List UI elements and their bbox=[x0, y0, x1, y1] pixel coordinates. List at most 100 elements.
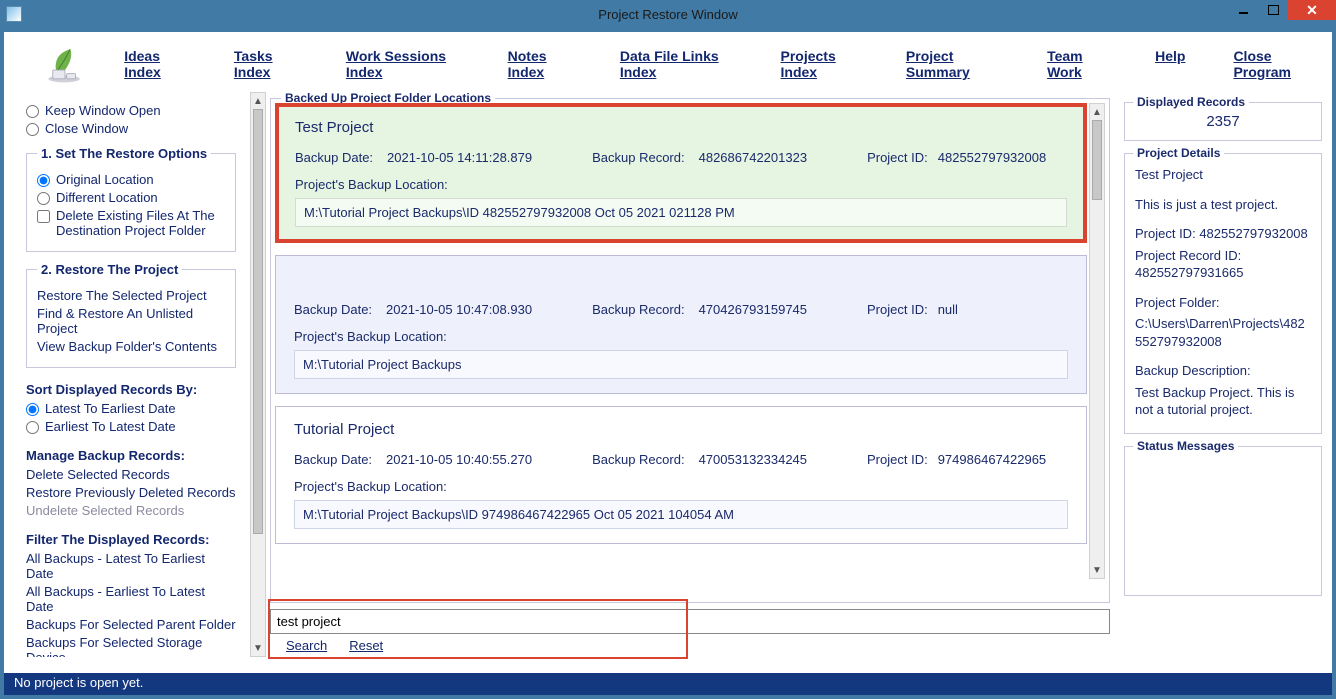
find-unlisted-link[interactable]: Find & Restore An Unlisted Project bbox=[37, 306, 225, 336]
status-bar: No project is open yet. bbox=[4, 673, 1332, 695]
original-location-radio-input[interactable] bbox=[37, 174, 50, 187]
search-row: Search Reset bbox=[270, 609, 1110, 657]
filter-parent-link[interactable]: Backups For Selected Parent Folder bbox=[26, 617, 236, 632]
search-links: Search Reset bbox=[270, 638, 1110, 653]
minimize-button[interactable] bbox=[1228, 0, 1258, 20]
close-window-radio[interactable]: Close Window bbox=[26, 121, 236, 136]
original-location-label: Original Location bbox=[56, 172, 154, 187]
sort-earliest-label: Earliest To Latest Date bbox=[45, 419, 176, 434]
delete-existing-check[interactable]: Delete Existing Files At The Destination… bbox=[37, 208, 225, 238]
scroll-track[interactable] bbox=[1090, 120, 1104, 562]
sidebar: Keep Window Open Close Window 1. Set The… bbox=[4, 92, 250, 657]
menu-projects[interactable]: Projects Index bbox=[781, 48, 858, 80]
center-column: Backed Up Project Folder Locations Test … bbox=[266, 92, 1120, 657]
manage-label: Manage Backup Records: bbox=[26, 448, 236, 463]
project-details-label: Project Details bbox=[1133, 146, 1224, 160]
details-pid: 482552797932008 bbox=[1199, 226, 1307, 241]
backup-record-value: 482686742201323 bbox=[699, 150, 807, 165]
keep-window-radio-input[interactable] bbox=[26, 105, 39, 118]
status-messages-panel: Status Messages bbox=[1124, 446, 1322, 596]
original-location-radio[interactable]: Original Location bbox=[37, 172, 225, 187]
delete-selected-link[interactable]: Delete Selected Records bbox=[26, 467, 236, 482]
scroll-up-icon[interactable]: ▲ bbox=[251, 93, 265, 109]
close-window-radio-input[interactable] bbox=[26, 123, 39, 136]
sidebar-scrollbar[interactable]: ▲ ▼ bbox=[250, 92, 266, 657]
scroll-thumb[interactable] bbox=[253, 109, 263, 534]
record-meta-row: Backup Date: 2021-10-05 14:11:28.879 Bac… bbox=[295, 150, 1067, 165]
restore-options-legend: 1. Set The Restore Options bbox=[37, 146, 211, 161]
menu-data-file-links[interactable]: Data File Links Index bbox=[620, 48, 733, 80]
project-id-label: Project ID: bbox=[867, 150, 928, 165]
backup-record[interactable]: Backup Date: 2021-10-05 10:47:08.930 Bac… bbox=[275, 255, 1087, 394]
backup-date-label: Backup Date: bbox=[294, 452, 372, 467]
backup-record-label: Backup Record: bbox=[592, 302, 685, 317]
search-button[interactable]: Search bbox=[286, 638, 327, 653]
backup-location-path: M:\Tutorial Project Backups\ID 482552797… bbox=[295, 198, 1067, 227]
menu-tasks[interactable]: Tasks Index bbox=[234, 48, 298, 80]
reset-button[interactable]: Reset bbox=[349, 638, 383, 653]
restore-options-fieldset: 1. Set The Restore Options Original Loca… bbox=[26, 146, 236, 252]
backup-record-selected[interactable]: Test Project Backup Date: 2021-10-05 14:… bbox=[275, 103, 1087, 243]
top-menu-row: Ideas Index Tasks Index Work Sessions In… bbox=[4, 32, 1332, 92]
backup-date-value: 2021-10-05 14:11:28.879 bbox=[387, 150, 532, 165]
sort-label: Sort Displayed Records By: bbox=[26, 382, 236, 397]
record-title bbox=[294, 270, 1068, 288]
menu-notes[interactable]: Notes Index bbox=[508, 48, 572, 80]
maximize-button[interactable] bbox=[1258, 0, 1288, 20]
filter-label: Filter The Displayed Records: bbox=[26, 532, 236, 547]
sort-latest-radio-input[interactable] bbox=[26, 403, 39, 416]
backup-location-label: Project's Backup Location: bbox=[295, 177, 1067, 192]
delete-existing-label: Delete Existing Files At The Destination… bbox=[56, 208, 225, 238]
menu-team-work[interactable]: Team Work bbox=[1047, 48, 1107, 80]
delete-existing-checkbox[interactable] bbox=[37, 210, 50, 223]
restore-selected-link[interactable]: Restore The Selected Project bbox=[37, 288, 225, 303]
keep-window-label: Keep Window Open bbox=[45, 103, 161, 118]
details-folder-label: Project Folder: bbox=[1135, 294, 1311, 312]
view-backup-link[interactable]: View Backup Folder's Contents bbox=[37, 339, 225, 354]
search-input[interactable] bbox=[270, 609, 1110, 634]
filter-storage-link[interactable]: Backups For Selected Storage Device bbox=[26, 635, 236, 657]
backup-record-value: 470053132334245 bbox=[699, 452, 807, 467]
app-logo bbox=[44, 41, 84, 87]
restore-deleted-link[interactable]: Restore Previously Deleted Records bbox=[26, 485, 236, 500]
sort-earliest-radio[interactable]: Earliest To Latest Date bbox=[26, 419, 236, 434]
displayed-records-value: 2357 bbox=[1206, 113, 1239, 130]
backup-location-label: Project's Backup Location: bbox=[294, 479, 1068, 494]
menu-ideas[interactable]: Ideas Index bbox=[124, 48, 186, 80]
backup-location-path: M:\Tutorial Project Backups bbox=[294, 350, 1068, 379]
displayed-records-panel: Displayed Records 2357 bbox=[1124, 102, 1322, 141]
details-recid-label: Project Record ID: bbox=[1135, 248, 1241, 263]
details-description: This is just a test project. bbox=[1135, 196, 1311, 214]
different-location-radio-input[interactable] bbox=[37, 192, 50, 205]
scroll-thumb[interactable] bbox=[1092, 120, 1102, 200]
filter-all-earliest-link[interactable]: All Backups - Earliest To Latest Date bbox=[26, 584, 236, 614]
backup-record[interactable]: Tutorial Project Backup Date: 2021-10-05… bbox=[275, 406, 1087, 544]
project-id-value: 482552797932008 bbox=[938, 150, 1046, 165]
scroll-up-icon[interactable]: ▲ bbox=[1090, 104, 1104, 120]
menu-project-summary[interactable]: Project Summary bbox=[906, 48, 999, 80]
scroll-down-icon[interactable]: ▼ bbox=[251, 640, 265, 656]
undelete-selected-link: Undelete Selected Records bbox=[26, 503, 236, 518]
different-location-radio[interactable]: Different Location bbox=[37, 190, 225, 205]
close-button[interactable]: ✕ bbox=[1288, 0, 1336, 20]
details-folder: C:\Users\Darren\Projects\482552797932008 bbox=[1135, 315, 1311, 350]
scroll-track[interactable] bbox=[251, 109, 265, 640]
sort-latest-radio[interactable]: Latest To Earliest Date bbox=[26, 401, 236, 416]
record-title: Tutorial Project bbox=[294, 421, 1068, 438]
filter-all-latest-link[interactable]: All Backups - Latest To Earliest Date bbox=[26, 551, 236, 581]
menu-close-program[interactable]: Close Program bbox=[1233, 48, 1314, 80]
list-scrollbar[interactable]: ▲ ▼ bbox=[1089, 103, 1105, 579]
backup-location-path: M:\Tutorial Project Backups\ID 974986467… bbox=[294, 500, 1068, 529]
window-title: Project Restore Window bbox=[598, 7, 737, 22]
status-messages-label: Status Messages bbox=[1133, 439, 1238, 453]
menu-work-sessions[interactable]: Work Sessions Index bbox=[346, 48, 460, 80]
record-meta-row: Backup Date: 2021-10-05 10:47:08.930 Bac… bbox=[294, 302, 1068, 317]
backup-record-label: Backup Record: bbox=[592, 452, 685, 467]
sort-earliest-radio-input[interactable] bbox=[26, 421, 39, 434]
backup-record-label: Backup Record: bbox=[592, 150, 685, 165]
project-details-panel: Project Details Test Project This is jus… bbox=[1124, 153, 1322, 434]
scroll-down-icon[interactable]: ▼ bbox=[1090, 562, 1104, 578]
keep-window-radio[interactable]: Keep Window Open bbox=[26, 103, 236, 118]
restore-project-legend: 2. Restore The Project bbox=[37, 262, 182, 277]
menu-help[interactable]: Help bbox=[1155, 48, 1185, 80]
